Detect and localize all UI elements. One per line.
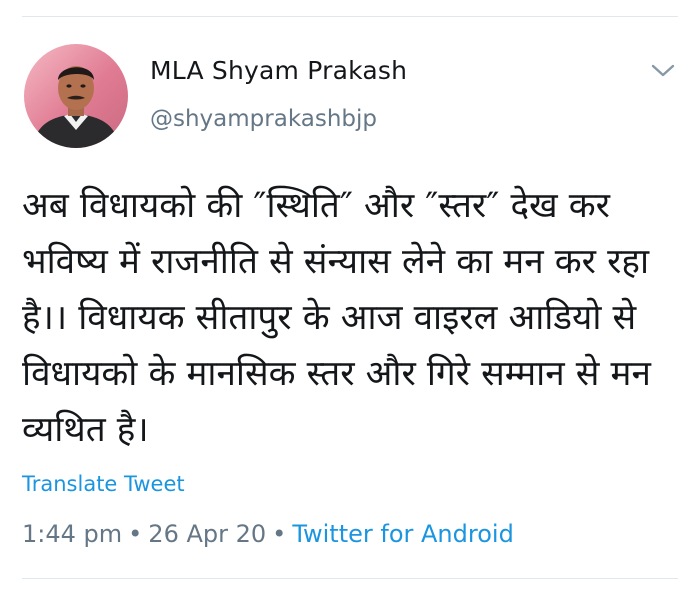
- avatar[interactable]: [24, 44, 128, 148]
- tweet-text: अब विधायको की ″स्थिति″ और ″स्तर″ देख कर …: [22, 186, 651, 450]
- author-name[interactable]: MLA Shyam Prakash: [150, 56, 407, 85]
- top-divider: [22, 16, 678, 17]
- author-handle[interactable]: @shyamprakashbjp: [150, 106, 377, 132]
- tweet-time[interactable]: 1:44 pm: [22, 520, 122, 548]
- tweet-date[interactable]: 26 Apr 20: [148, 520, 266, 548]
- separator: •: [272, 520, 287, 548]
- tweet-metadata: 1:44 pm • 26 Apr 20 • Twitter for Android: [22, 520, 514, 548]
- chevron-down-icon[interactable]: [650, 62, 676, 80]
- bottom-divider: [22, 578, 678, 579]
- tweet-source-link[interactable]: Twitter for Android: [292, 520, 513, 548]
- avatar-image: [32, 66, 120, 148]
- separator: •: [128, 520, 143, 548]
- translate-tweet-link[interactable]: Translate Tweet: [22, 472, 185, 496]
- tweet-card: MLA Shyam Prakash @shyamprakashbjp अब वि…: [0, 0, 700, 590]
